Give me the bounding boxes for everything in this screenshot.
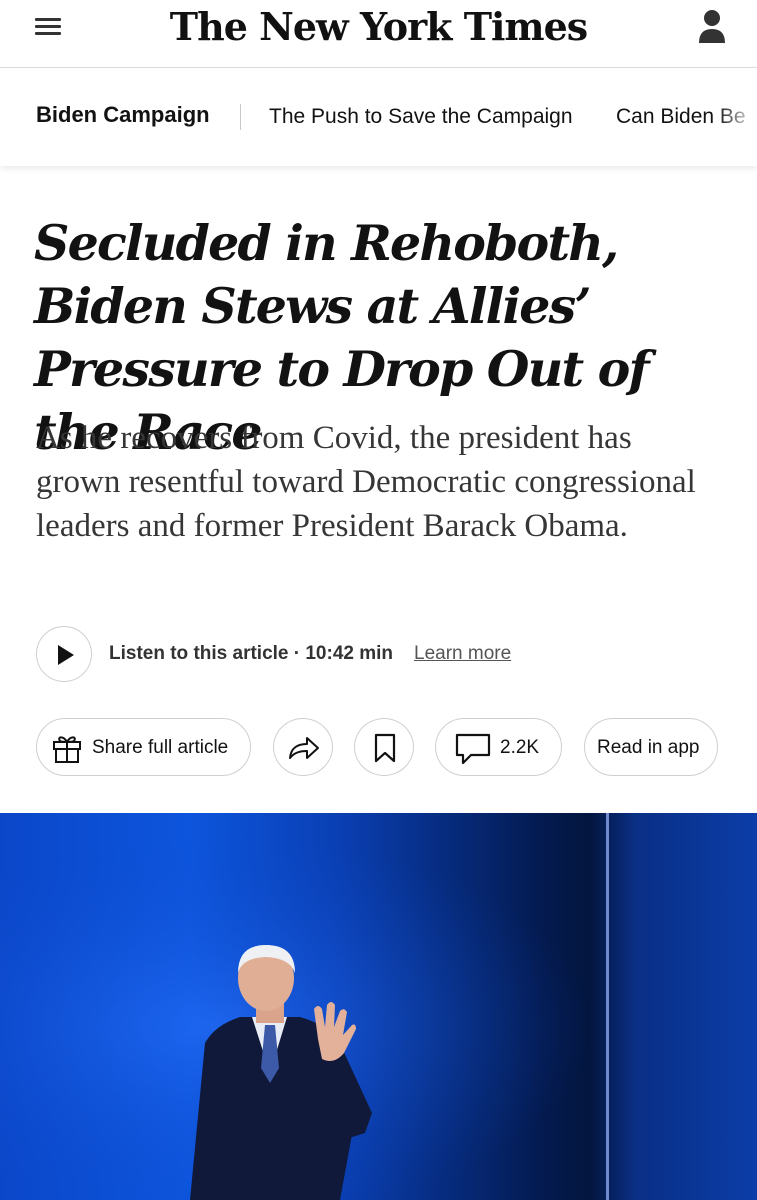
nav-divider bbox=[240, 104, 241, 130]
hero-photo[interactable] bbox=[0, 813, 757, 1200]
comment-count: 2.2K bbox=[500, 737, 540, 758]
story-navigation: Biden Campaign The Push to Save the Camp… bbox=[0, 68, 757, 166]
section-label[interactable]: Biden Campaign bbox=[36, 102, 210, 128]
listen-label: Listen to this article · 10:42 min bbox=[109, 643, 394, 664]
hero-photo-illustration bbox=[0, 813, 757, 1200]
share-button[interactable] bbox=[273, 718, 333, 776]
play-audio-button[interactable] bbox=[36, 626, 92, 682]
share-full-article-button[interactable]: Share full article bbox=[36, 718, 251, 776]
gift-icon bbox=[53, 736, 81, 763]
comment-icon bbox=[455, 733, 491, 765]
account-person-icon[interactable] bbox=[697, 9, 727, 45]
comments-button[interactable]: 2.2K bbox=[435, 718, 562, 776]
bookmark-icon bbox=[374, 733, 396, 763]
share-arrow-icon bbox=[289, 737, 319, 759]
learn-more-link[interactable]: Learn more bbox=[414, 643, 511, 665]
play-icon bbox=[58, 645, 74, 665]
nav-fade bbox=[717, 68, 757, 166]
share-full-label: Share full article bbox=[92, 737, 229, 758]
save-bookmark-button[interactable] bbox=[354, 718, 414, 776]
nav-link-push-to-save[interactable]: The Push to Save the Campaign bbox=[269, 105, 573, 129]
article-summary: As he recovers from Covid, the president… bbox=[36, 420, 696, 544]
top-bar: The New York Times bbox=[0, 0, 757, 68]
read-in-app-label: Read in app bbox=[597, 737, 700, 758]
nyt-logo[interactable]: The New York Times bbox=[0, 4, 757, 49]
read-in-app-button[interactable]: Read in app bbox=[584, 718, 718, 776]
